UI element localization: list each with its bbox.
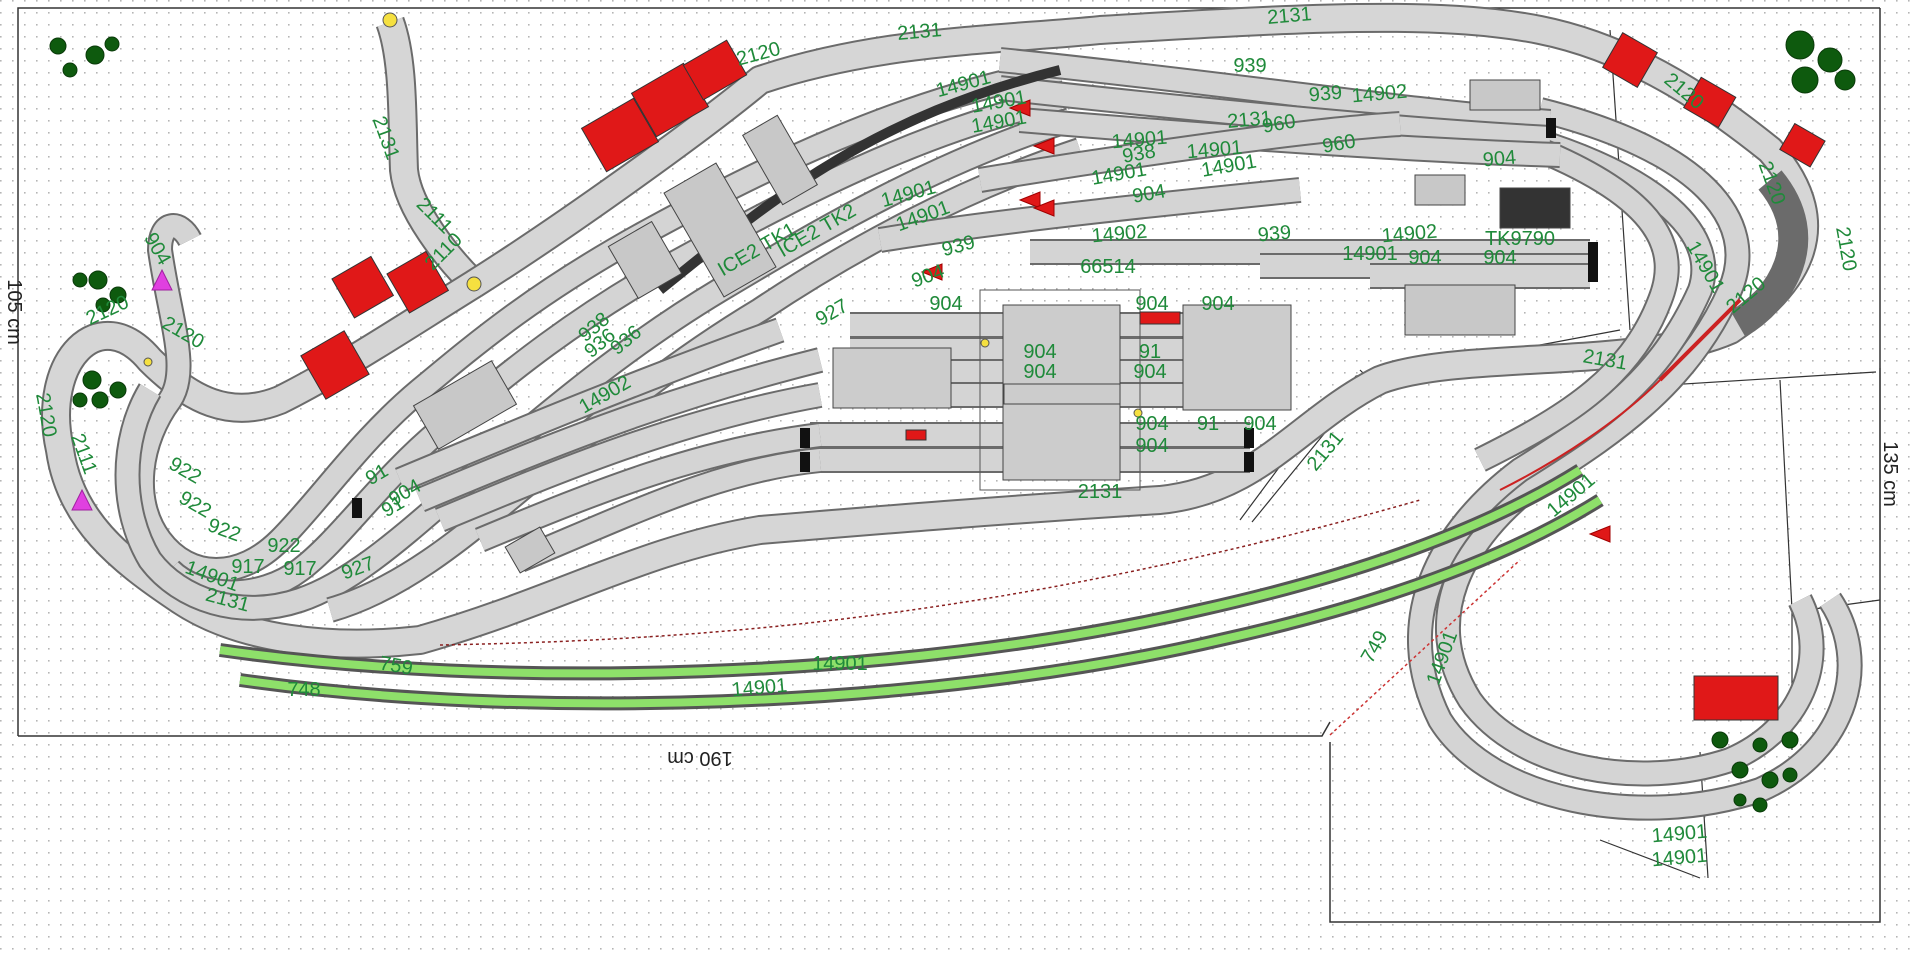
dim-left-label: 105 cm xyxy=(3,279,25,345)
track-label-l26: 904 xyxy=(1135,293,1168,315)
track-label-l56: 748 xyxy=(287,679,320,701)
track-label-l84: 939 xyxy=(1308,82,1343,107)
track-label-l34: 904 xyxy=(1135,435,1168,457)
track-label-l54: 14901 xyxy=(812,653,868,675)
track-label-l75: 904 xyxy=(1482,147,1517,172)
track-label-l23: 904 xyxy=(1483,247,1516,269)
track-label-l31: 904 xyxy=(1133,361,1166,383)
track-label-l43: 922 xyxy=(267,535,300,557)
track-label-l30: 91 xyxy=(1139,341,1161,363)
track-label-l32: 904 xyxy=(1135,413,1168,435)
track-label-l4: 939 xyxy=(1233,55,1266,77)
track-label-l27: 904 xyxy=(1201,293,1234,315)
track-label-l25: 904 xyxy=(929,293,962,315)
track-label-l1: 2131 xyxy=(1266,3,1312,29)
track-label-l28: 904 xyxy=(1023,341,1056,363)
track-label-l35: 2131 xyxy=(1078,481,1123,503)
track-label-l3: 2131 xyxy=(896,19,942,45)
track-plan[interactable]: 190 cm 135 cm 105 cm 2131212021319391490… xyxy=(0,0,1920,960)
track-label-l77: 2131 xyxy=(1226,107,1272,133)
track-label-l45: 917 xyxy=(283,558,316,580)
track-label-l83: 14901 xyxy=(1342,243,1398,265)
track-label-l22: 904 xyxy=(1408,247,1441,269)
track-label-l33: 91 xyxy=(1197,413,1219,435)
dim-height-label: 135 cm xyxy=(1879,441,1901,507)
track-label-l24: 66514 xyxy=(1080,256,1136,278)
layout-canvas[interactable]: 190 cm 135 cm 105 cm 2131 2120 2131 939 1490… xyxy=(0,0,1920,960)
track-label-l82: 904 xyxy=(1243,413,1276,435)
track-label-l69: TK9790 xyxy=(1485,228,1555,250)
track-label-l20: 939 xyxy=(1257,222,1292,247)
track-label-l29: 904 xyxy=(1023,361,1056,383)
dim-width-label: 190 cm xyxy=(667,747,733,769)
